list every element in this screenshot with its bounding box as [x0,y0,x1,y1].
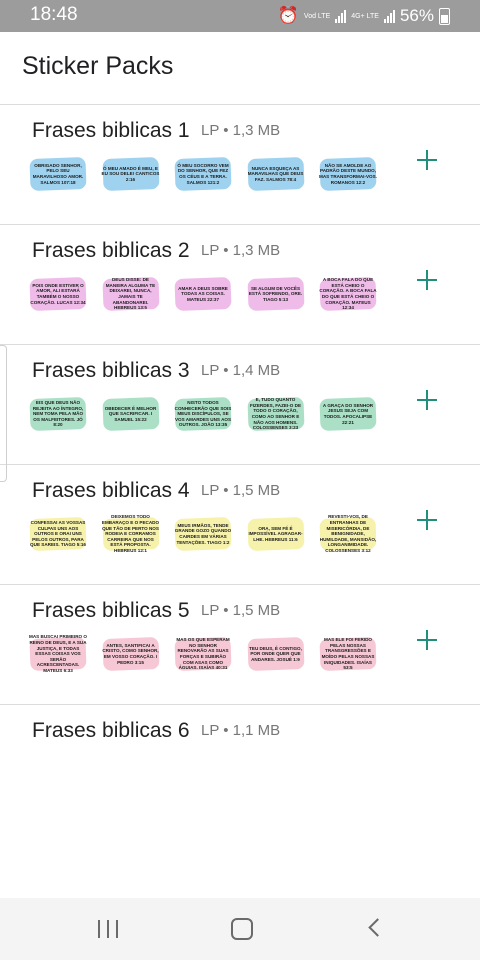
pack-meta: LP • 1,1 MB [201,722,281,739]
sticker-pack-row[interactable]: Frases biblicas 3 LP • 1,4 MB EIS QUE DEUS… [0,344,480,465]
sticker-pack-row[interactable]: Frases biblicas 5 LP • 1,5 MB MAS BUSCAI P… [0,584,480,705]
alarm-icon: ⏰ [277,6,299,25]
sticker-text: EIS QUE DEUS NÃO REJEITA AO ÍNTEGRO, NEM… [32,400,84,428]
sticker-text: ORA, SEM FÉ É IMPOSSÍVEL AGRADAR-LHE. HE… [248,525,303,542]
sticker-text: OBRIGADO SENHOR, PELO SEU MARAVILHOSO AM… [32,162,84,185]
sticker-thumbnail: MEUS IRMÃOS, TENDE GRANDE GOZO QUANDO CA… [173,510,233,558]
sticker-text: NISTO TODOS CONHECERÃO QUE SOIS MEUS DIS… [174,400,232,428]
pack-name: Frases biblicas 6 [32,719,190,742]
battery-percent: 56% [399,6,434,25]
pack-name: Frases biblicas 1 [32,119,190,142]
sticker-text: SE ALGUM DE VOCÊS ESTÁ SOFRENDO, ORE. TI… [248,285,303,302]
sticker-text: DEIXEMOS TODO EMBARAÇO E O PECADO QUE TÃ… [101,514,160,553]
sticker-thumbnail: DEUS DISSE: DE MANEIRA ALGUMA TE DEIXARE… [101,270,161,318]
sticker-thumbnail: NISTO TODOS CONHECERÃO QUE SOIS MEUS DIS… [173,390,233,438]
sticker-text: ANTES, SANTIFICAI A CRISTO, COMO SENHOR,… [102,642,159,665]
sticker-pack-row[interactable]: Frases biblicas 4 LP • 1,5 MB CONFESSAI AS… [0,464,480,585]
sticker-text: A GRAÇA DO SENHOR JESUS SEJA COM TODOS. … [322,402,374,425]
sticker-thumbnail: MAS BUSCAI PRIMEIRO O REINO DE DEUS, E A… [28,630,88,678]
sticker-text: CONFESSAI AS VOSSAS CULPAS UNS AOS OUTRO… [30,520,86,548]
side-handle[interactable] [0,345,7,482]
pack-name: Frases biblicas 3 [32,359,190,382]
sticker-thumbnail: ANTES, SANTIFICAI A CRISTO, COMO SENHOR,… [101,630,161,678]
sticker-text: E, TUDO QUANTO FIZERDES, FAZEI-O DE TODO… [249,397,302,431]
sticker-preview-strip: MAS BUSCAI PRIMEIRO O REINO DE DEUS, E A… [28,630,378,682]
sticker-thumbnail: NÃO SE AMOLDE AO PADRÃO DESTE MUNDO, MAS… [318,150,378,198]
status-icons: ⏰ Vod LTE 4G+ LTE 56% [278,6,450,26]
sticker-text: NÃO SE AMOLDE AO PADRÃO DESTE MUNDO, MAS… [319,162,377,185]
pack-meta: LP • 1,5 MB [201,602,281,619]
sticker-text: MAS OS QUE ESPERAM NO SENHOR RENOVARÃO A… [176,637,230,671]
sticker-thumbnail: TEU DEUS, É CONTIGO, POR ONDE QUER QUE A… [246,630,306,678]
sticker-text: REVESTI-VOS, DE ENTRANHAS DE MISERICÓRDI… [319,514,377,553]
pack-name: Frases biblicas 5 [32,599,190,622]
sticker-pack-row[interactable]: Frases biblicas 1 LP • 1,3 MB OBRIGADO SEN… [0,104,480,225]
pack-meta: LP • 1,5 MB [201,482,281,499]
network-label-2: 4G+ LTE [351,12,379,20]
sticker-thumbnail: MAS ELE FOI FERIDO PELAS NOSSAS TRANSGRE… [318,630,378,678]
sticker-thumbnail: A GRAÇA DO SENHOR JESUS SEJA COM TODOS. … [318,390,378,438]
sticker-text: POIS ONDE ESTIVER O AMOR, ALI ESTARÁ TAM… [30,282,86,305]
sticker-preview-strip: POIS ONDE ESTIVER O AMOR, ALI ESTARÁ TAM… [28,270,378,322]
battery-icon [439,7,450,25]
page-title: Sticker Packs [22,52,174,80]
sticker-text: Ó MEU SOCORRO VEM DO SENHOR, QUE FEZ OS … [177,162,229,185]
sticker-thumbnail: A BOCA FALA DO QUE ESTÁ CHEIO O CORAÇÃO.… [318,270,378,318]
sticker-thumbnail: AMAR A DEUS SOBRE TODAS AS COISAS. MATEU… [173,270,233,318]
network-label: Vod LTE [303,12,331,20]
signal-icon [335,9,347,23]
sticker-thumbnail: E, TUDO QUANTO FIZERDES, FAZEI-O DE TODO… [246,390,306,438]
sticker-text: AMAR A DEUS SOBRE TODAS AS COISAS. MATEU… [178,285,228,302]
sticker-thumbnail: EIS QUE DEUS NÃO REJEITA AO ÍNTEGRO, NEM… [28,390,88,438]
sticker-preview-strip: EIS QUE DEUS NÃO REJEITA AO ÍNTEGRO, NEM… [28,390,378,442]
recent-apps-icon[interactable] [98,920,118,938]
sticker-thumbnail: OBEDECER É MELHOR QUE SACRIFICAR. I SAMU… [101,390,161,438]
sticker-text: A BOCA FALA DO QUE ESTÁ CHEIO O CORAÇÃO.… [319,277,377,311]
sticker-thumbnail: Ó MEU SOCORRO VEM DO SENHOR, QUE FEZ OS … [173,150,233,198]
pack-meta: LP • 1,3 MB [201,122,281,139]
sticker-text: MAS BUSCAI PRIMEIRO O REINO DE DEUS, E A… [29,634,87,673]
sticker-text: TEU DEUS, É CONTIGO, POR ONDE QUER QUE A… [249,645,302,662]
sticker-preview-strip: CONFESSAI AS VOSSAS CULPAS UNS AOS OUTRO… [28,510,378,562]
add-pack-icon[interactable] [412,385,442,415]
sticker-text: NUNCA ESQUEÇA AS MARAVILHAS QUE DEUS FAZ… [247,165,304,182]
sticker-text: OBEDECER É MELHOR QUE SACRIFICAR. I SAMU… [104,405,157,422]
sticker-thumbnail: REVESTI-VOS, DE ENTRANHAS DE MISERICÓRDI… [318,510,378,558]
sticker-text: DEUS DISSE: DE MANEIRA ALGUMA TE DEIXARE… [105,277,156,311]
sticker-pack-row[interactable]: Frases biblicas 6 LP • 1,1 MB [0,704,480,825]
status-time: 18:48 [30,4,78,25]
sticker-thumbnail: Ó MEU AMADO É MEU, E EU SOU DELE! CANTIC… [101,150,161,198]
sticker-thumbnail: MAS OS QUE ESPERAM NO SENHOR RENOVARÃO A… [173,630,233,678]
add-pack-icon[interactable] [412,505,442,535]
sticker-pack-row[interactable]: Frases biblicas 2 LP • 1,3 MB POIS ONDE ES… [0,224,480,345]
sticker-text: MAS ELE FOI FERIDO PELAS NOSSAS TRANSGRE… [321,637,375,671]
add-pack-icon[interactable] [412,625,442,655]
back-icon[interactable] [368,916,382,940]
add-pack-icon[interactable] [412,265,442,295]
sticker-text: Ó MEU AMADO É MEU, E EU SOU DELE! CANTIC… [101,165,160,182]
sticker-thumbnail: SE ALGUM DE VOCÊS ESTÁ SOFRENDO, ORE. TI… [246,270,306,318]
sticker-thumbnail: CONFESSAI AS VOSSAS CULPAS UNS AOS OUTRO… [28,510,88,558]
pack-meta: LP • 1,3 MB [201,242,281,259]
sticker-thumbnail: OBRIGADO SENHOR, PELO SEU MARAVILHOSO AM… [28,150,88,198]
add-pack-icon[interactable] [412,145,442,175]
navigation-bar [0,898,480,960]
sticker-text: MEUS IRMÃOS, TENDE GRANDE GOZO QUANDO CA… [174,522,232,545]
home-icon[interactable] [231,918,253,940]
pack-meta: LP • 1,4 MB [201,362,281,379]
sticker-thumbnail: NUNCA ESQUEÇA AS MARAVILHAS QUE DEUS FAZ… [246,150,306,198]
sticker-thumbnail: POIS ONDE ESTIVER O AMOR, ALI ESTARÁ TAM… [28,270,88,318]
pack-name: Frases biblicas 4 [32,479,190,502]
sticker-preview-strip: OBRIGADO SENHOR, PELO SEU MARAVILHOSO AM… [28,150,378,202]
sticker-thumbnail: ORA, SEM FÉ É IMPOSSÍVEL AGRADAR-LHE. HE… [246,510,306,558]
sticker-thumbnail: DEIXEMOS TODO EMBARAÇO E O PECADO QUE TÃ… [101,510,161,558]
pack-name: Frases biblicas 2 [32,239,190,262]
status-bar: 18:48 ⏰ Vod LTE 4G+ LTE 56% [0,0,480,32]
signal-icon-2 [383,9,395,23]
